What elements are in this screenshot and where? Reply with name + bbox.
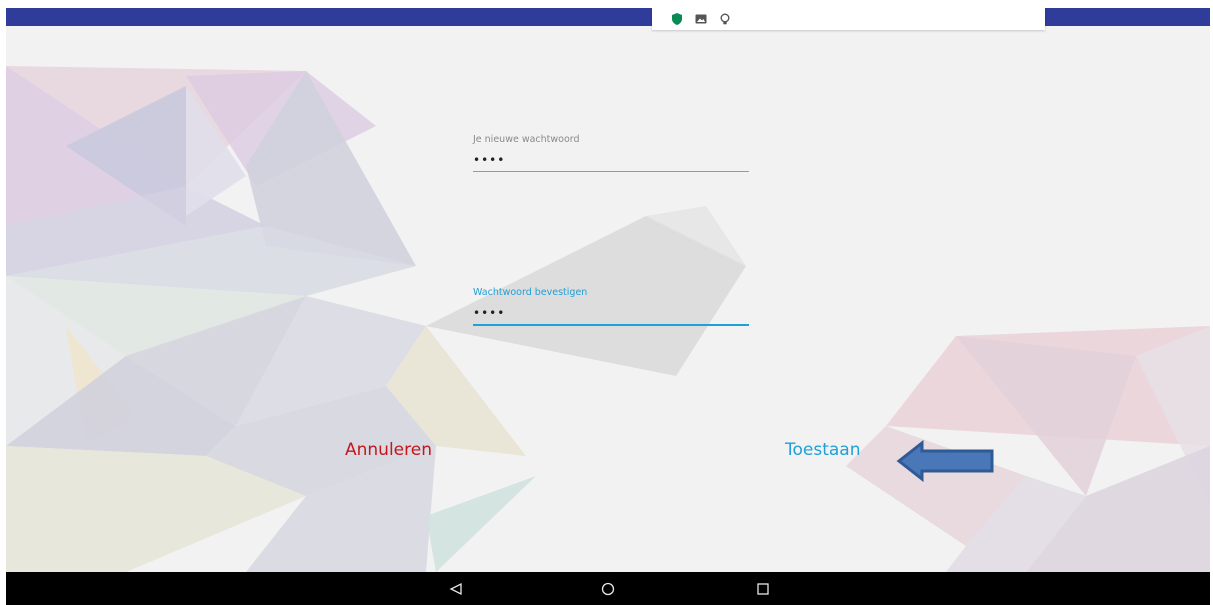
confirm-password-label: Wachtwoord bevestigen [473, 287, 588, 298]
confirm-password-field: Wachtwoord bevestigen [473, 287, 749, 326]
cancel-button[interactable]: Annuleren [345, 440, 432, 460]
navigation-bar [6, 572, 1210, 605]
new-password-underline [473, 171, 749, 172]
notification-icons [652, 8, 1045, 30]
back-icon[interactable] [447, 580, 465, 598]
new-password-input[interactable] [473, 151, 749, 169]
recent-apps-icon[interactable] [754, 580, 772, 598]
new-password-field: Je nieuwe wachtwoord [473, 134, 749, 172]
confirm-password-underline [473, 324, 749, 326]
allow-button[interactable]: Toestaan [785, 440, 861, 460]
home-icon[interactable] [599, 580, 617, 598]
image-icon [695, 14, 707, 24]
confirm-password-input[interactable] [473, 304, 749, 322]
new-password-label: Je nieuwe wachtwoord [473, 134, 580, 145]
lightbulb-icon [720, 13, 730, 25]
device-screen: Je nieuwe wachtwoord Wachtwoord bevestig… [6, 8, 1210, 605]
shield-icon [672, 13, 682, 25]
arrow-left-icon [896, 440, 994, 482]
